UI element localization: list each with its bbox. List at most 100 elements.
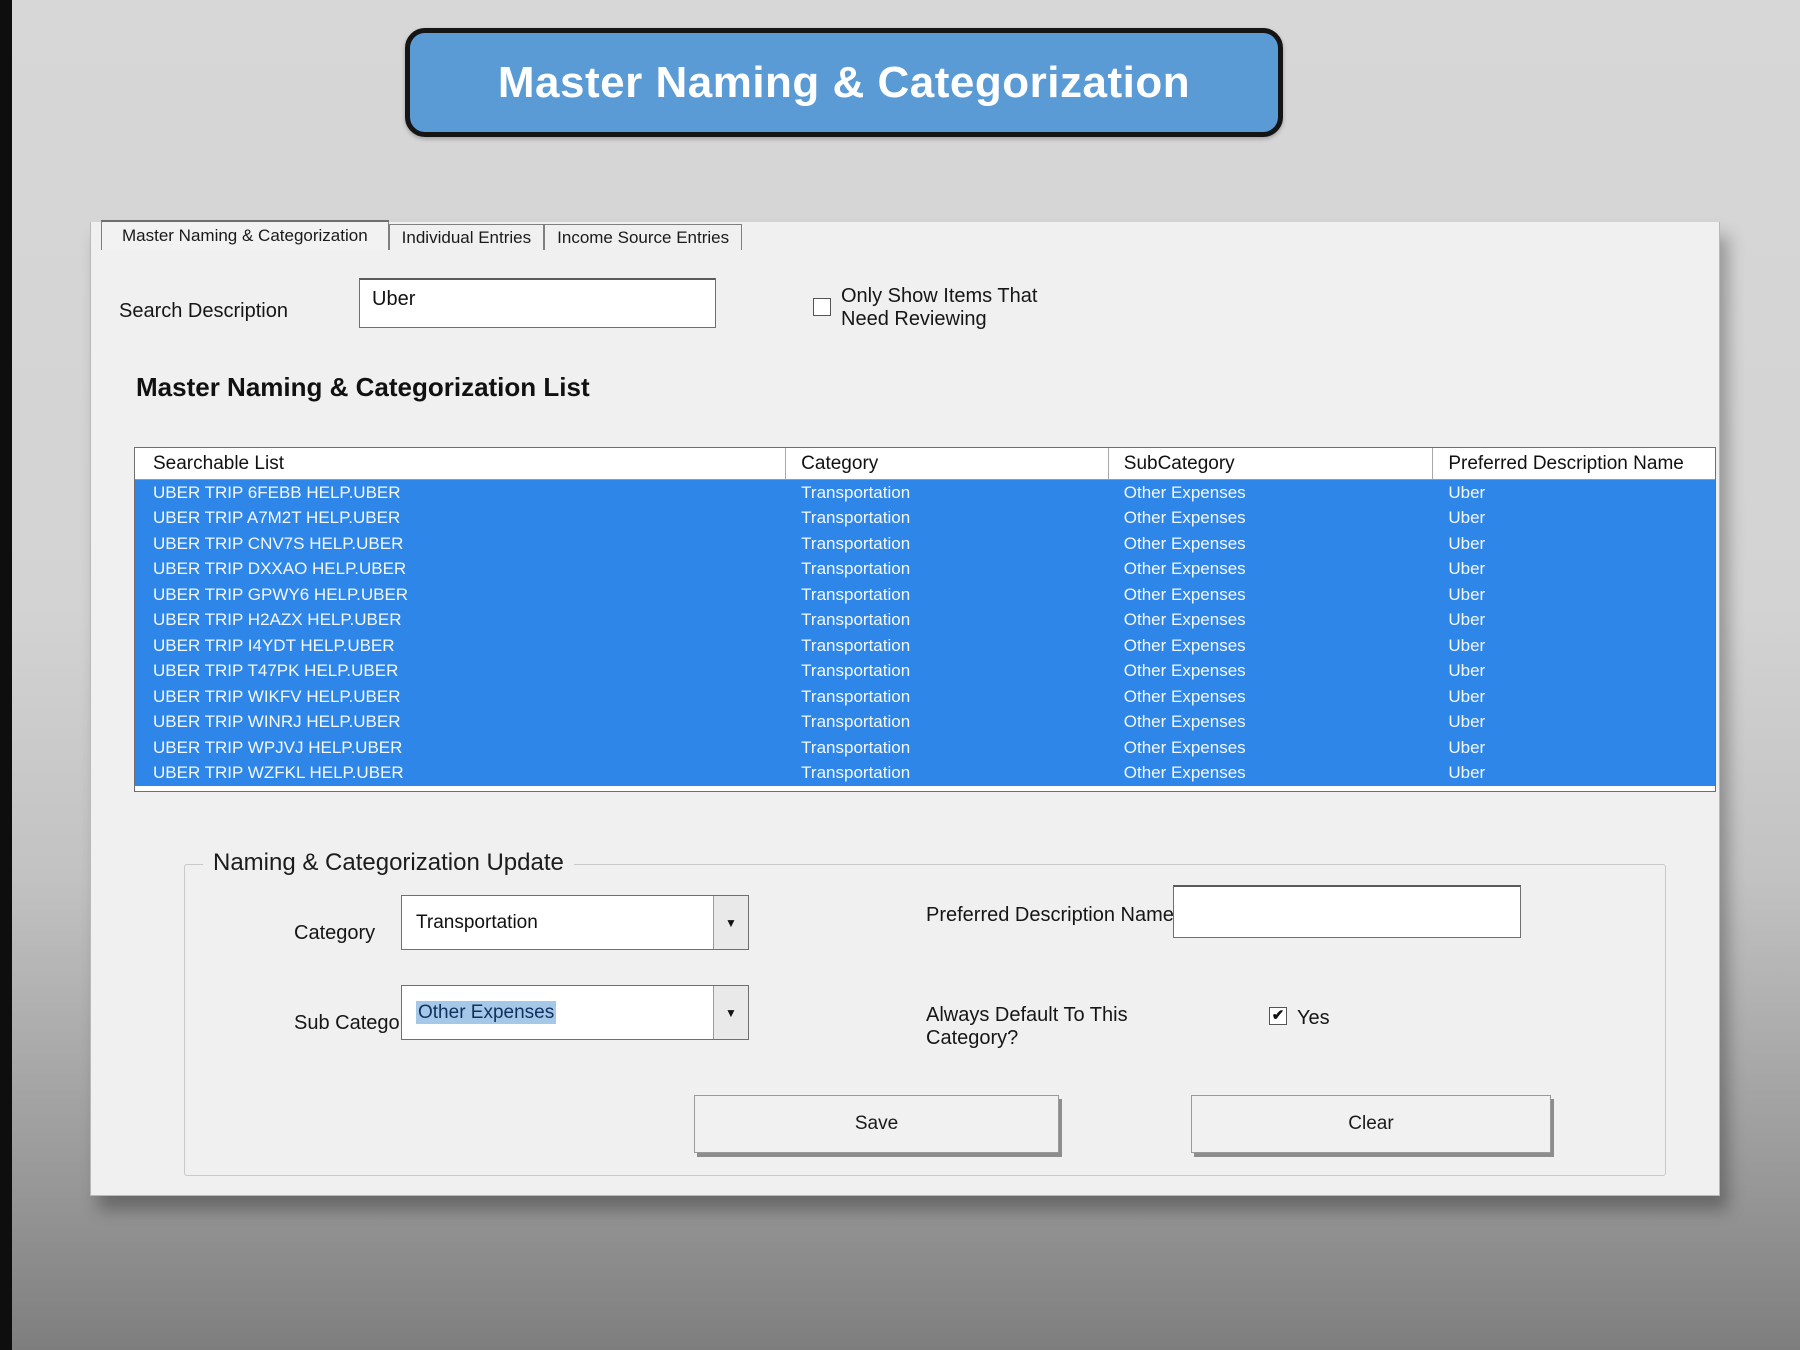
table-row[interactable]: UBER TRIP I4YDT HELP.UBERTransportationO… xyxy=(135,633,1715,659)
table-row[interactable]: UBER TRIP WPJVJ HELP.UBERTransportationO… xyxy=(135,735,1715,761)
cell-subcategory: Other Expenses xyxy=(1109,710,1434,736)
category-label: Category xyxy=(294,922,375,945)
table-row[interactable]: UBER TRIP 6FEBB HELP.UBERTransportationO… xyxy=(135,480,1715,506)
cell-preferred: Uber xyxy=(1433,633,1715,659)
list-rows: UBER TRIP 6FEBB HELP.UBERTransportationO… xyxy=(135,480,1715,786)
cell-subcategory: Other Expenses xyxy=(1109,761,1434,787)
cell-category: Transportation xyxy=(786,557,1109,583)
search-input[interactable]: Uber xyxy=(359,278,716,328)
cell-searchable: UBER TRIP H2AZX HELP.UBER xyxy=(135,608,786,634)
cell-searchable: UBER TRIP I4YDT HELP.UBER xyxy=(135,633,786,659)
cell-category: Transportation xyxy=(786,633,1109,659)
search-description-label: Search Description xyxy=(119,300,288,323)
tab-income-source-entries[interactable]: Income Source Entries xyxy=(544,224,742,250)
checkmark-icon: ✔ xyxy=(1272,1008,1285,1023)
cell-searchable: UBER TRIP T47PK HELP.UBER xyxy=(135,659,786,685)
cell-category: Transportation xyxy=(786,735,1109,761)
cell-subcategory: Other Expenses xyxy=(1109,659,1434,685)
chevron-down-icon: ▼ xyxy=(725,916,737,930)
cell-subcategory: Other Expenses xyxy=(1109,608,1434,634)
screen-left-edge xyxy=(0,0,12,1350)
table-row[interactable]: UBER TRIP WIKFV HELP.UBERTransportationO… xyxy=(135,684,1715,710)
cell-searchable: UBER TRIP 6FEBB HELP.UBER xyxy=(135,480,786,506)
table-row[interactable]: UBER TRIP T47PK HELP.UBERTransportationO… xyxy=(135,659,1715,685)
cell-searchable: UBER TRIP A7M2T HELP.UBER xyxy=(135,506,786,532)
form-window: Master Naming & Categorization Individua… xyxy=(90,222,1720,1196)
cell-subcategory: Other Expenses xyxy=(1109,557,1434,583)
cell-preferred: Uber xyxy=(1433,480,1715,506)
cell-searchable: UBER TRIP WINRJ HELP.UBER xyxy=(135,710,786,736)
subcategory-combobox[interactable]: Other Expenses ▼ xyxy=(401,985,749,1040)
cell-subcategory: Other Expenses xyxy=(1109,582,1434,608)
tab-label: Master Naming & Categorization xyxy=(122,226,368,246)
cell-preferred: Uber xyxy=(1433,506,1715,532)
subcategory-dropdown-button[interactable]: ▼ xyxy=(713,986,748,1039)
table-row[interactable]: UBER TRIP GPWY6 HELP.UBERTransportationO… xyxy=(135,582,1715,608)
page-title: Master Naming & Categorization xyxy=(498,58,1190,108)
default-yes-checkbox[interactable]: ✔ xyxy=(1269,1007,1287,1025)
search-input-value: Uber xyxy=(372,288,415,310)
cell-searchable: UBER TRIP WPJVJ HELP.UBER xyxy=(135,735,786,761)
category-combobox[interactable]: Transportation ▼ xyxy=(401,895,749,950)
cell-category: Transportation xyxy=(786,761,1109,787)
preferred-name-input[interactable] xyxy=(1173,885,1521,938)
need-review-checkbox[interactable]: ✔ xyxy=(813,298,831,316)
cell-preferred: Uber xyxy=(1433,735,1715,761)
always-default-label: Always Default To This Category? xyxy=(926,1004,1128,1050)
list-heading: Master Naming & Categorization List xyxy=(136,372,590,403)
tab-individual-entries[interactable]: Individual Entries xyxy=(389,224,544,250)
cell-searchable: UBER TRIP WZFKL HELP.UBER xyxy=(135,761,786,787)
cell-preferred: Uber xyxy=(1433,659,1715,685)
table-row[interactable]: UBER TRIP WZFKL HELP.UBERTransportationO… xyxy=(135,761,1715,787)
clear-button[interactable]: Clear xyxy=(1191,1095,1551,1153)
cell-subcategory: Other Expenses xyxy=(1109,684,1434,710)
cell-subcategory: Other Expenses xyxy=(1109,735,1434,761)
cell-category: Transportation xyxy=(786,480,1109,506)
table-row[interactable]: UBER TRIP A7M2T HELP.UBERTransportationO… xyxy=(135,506,1715,532)
cell-preferred: Uber xyxy=(1433,531,1715,557)
cell-category: Transportation xyxy=(786,531,1109,557)
cell-preferred: Uber xyxy=(1433,582,1715,608)
category-dropdown-button[interactable]: ▼ xyxy=(713,896,748,949)
cell-preferred: Uber xyxy=(1433,710,1715,736)
column-header-preferred-name[interactable]: Preferred Description Name xyxy=(1433,448,1715,479)
tab-strip: Master Naming & Categorization Individua… xyxy=(101,220,742,250)
table-row[interactable]: UBER TRIP H2AZX HELP.UBERTransportationO… xyxy=(135,608,1715,634)
tab-label: Individual Entries xyxy=(402,228,531,248)
table-row[interactable]: UBER TRIP DXXAO HELP.UBERTransportationO… xyxy=(135,557,1715,583)
cell-category: Transportation xyxy=(786,684,1109,710)
chevron-down-icon: ▼ xyxy=(725,1006,737,1020)
table-header-row: Searchable List Category SubCategory Pre… xyxy=(135,448,1715,480)
cell-preferred: Uber xyxy=(1433,684,1715,710)
cell-preferred: Uber xyxy=(1433,608,1715,634)
column-header-subcategory[interactable]: SubCategory xyxy=(1109,448,1434,479)
page-background: Master Naming & Categorization Master Na… xyxy=(0,0,1800,1350)
cell-searchable: UBER TRIP WIKFV HELP.UBER xyxy=(135,684,786,710)
cell-subcategory: Other Expenses xyxy=(1109,506,1434,532)
need-review-label: Only Show Items That Need Reviewing xyxy=(841,285,1037,331)
default-yes-label: Yes xyxy=(1297,1007,1330,1030)
cell-searchable: UBER TRIP GPWY6 HELP.UBER xyxy=(135,582,786,608)
master-list-table: Searchable List Category SubCategory Pre… xyxy=(134,447,1716,792)
category-value: Transportation xyxy=(402,912,713,934)
cell-category: Transportation xyxy=(786,608,1109,634)
tab-master-naming[interactable]: Master Naming & Categorization xyxy=(101,220,389,250)
column-header-searchable-list[interactable]: Searchable List xyxy=(135,448,786,479)
subcategory-label: Sub Category xyxy=(294,1012,416,1035)
cell-searchable: UBER TRIP CNV7S HELP.UBER xyxy=(135,531,786,557)
update-group-heading: Naming & Categorization Update xyxy=(203,849,574,877)
tab-label: Income Source Entries xyxy=(557,228,729,248)
cell-subcategory: Other Expenses xyxy=(1109,480,1434,506)
table-row[interactable]: UBER TRIP WINRJ HELP.UBERTransportationO… xyxy=(135,710,1715,736)
cell-category: Transportation xyxy=(786,710,1109,736)
save-button[interactable]: Save xyxy=(694,1095,1059,1153)
cell-subcategory: Other Expenses xyxy=(1109,633,1434,659)
cell-subcategory: Other Expenses xyxy=(1109,531,1434,557)
cell-category: Transportation xyxy=(786,659,1109,685)
preferred-name-label: Preferred Description Name xyxy=(926,904,1174,927)
cell-searchable: UBER TRIP DXXAO HELP.UBER xyxy=(135,557,786,583)
subcategory-value: Other Expenses xyxy=(416,1001,556,1024)
table-footer-space xyxy=(135,786,1715,791)
column-header-category[interactable]: Category xyxy=(786,448,1109,479)
table-row[interactable]: UBER TRIP CNV7S HELP.UBERTransportationO… xyxy=(135,531,1715,557)
